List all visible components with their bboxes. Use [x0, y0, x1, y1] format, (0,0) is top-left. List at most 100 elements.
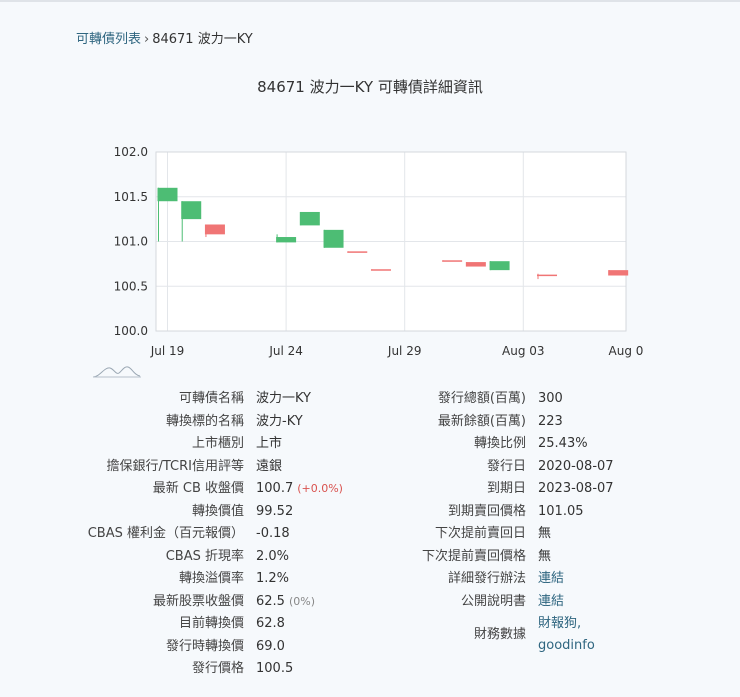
breadcrumb-list-link[interactable]: 可轉債列表 — [76, 32, 141, 47]
info-label: 上市櫃別 — [191, 436, 244, 451]
breadcrumb: 可轉債列表 › 84671 波力一KY — [76, 28, 253, 47]
info-label: 目前轉換價 — [178, 616, 244, 631]
info-label: 公開說明書 — [460, 593, 526, 609]
info-row: 轉換比例 25.43% — [396, 433, 676, 456]
info-label: 擔保銀行/TCRI信用評等 — [106, 458, 244, 474]
info-value: 223 — [526, 411, 676, 434]
info-row: 下次提前賣回價格無 — [396, 546, 676, 569]
y-tick-label: 100.5 — [114, 279, 148, 293]
info-row: 上市櫃別 上市 — [60, 433, 444, 456]
value-text: 波力一KY — [256, 391, 312, 406]
info-label: 到期日 — [486, 481, 526, 496]
y-tick-label: 102.0 — [114, 145, 148, 159]
candle-body — [608, 270, 629, 276]
info-value: 100.5 — [244, 658, 444, 681]
info-row: 最新 CB 收盤價 100.7 (+0.0%) — [60, 478, 444, 501]
chart-navigator-thumbnail[interactable] — [92, 362, 142, 380]
info-label: 發行時轉換價 — [165, 638, 244, 654]
value-text: 25.43% — [538, 436, 588, 451]
info-label: 到期賣回價格 — [447, 503, 526, 519]
candle-body — [347, 251, 368, 253]
candle-body — [370, 269, 391, 271]
info-row: 發行總額(百萬) 300 — [396, 388, 676, 411]
bond-info-left-table: 可轉債名稱 波力一KY 轉換標的名稱 波力-KY 上市櫃別 上市 擔保銀行/TCRI信用評等… — [60, 388, 444, 681]
candle-body — [181, 201, 202, 220]
candle-body — [465, 262, 486, 267]
value-text: 2023-08-07 — [538, 481, 614, 496]
value-text[interactable]: 連結 — [538, 571, 564, 586]
top-divider — [0, 0, 740, 2]
info-row: 擔保銀行/TCRI信用評等 遠銀 — [60, 456, 444, 479]
info-row: 最新股票收盤價 62.5 (0%) — [60, 591, 444, 614]
candle-body — [276, 237, 297, 243]
value-text: 101.05 — [538, 503, 584, 519]
info-value: 101.05 — [526, 501, 676, 524]
info-label: 轉換溢價率 — [178, 571, 244, 586]
value-text: 無 — [538, 526, 552, 541]
y-tick-label: 101.5 — [114, 190, 148, 204]
info-row: 詳細發行辦法 連結 — [396, 568, 676, 591]
info-label: 財務數據 — [473, 626, 526, 642]
bond-info-right-table: 發行總額(百萬) 300 最新餘額(百萬) 223 轉換比例 25.43% 發行日 2020-… — [396, 388, 676, 657]
info-row: 下次提前賣回日無 — [396, 523, 676, 546]
info-link[interactable]: 連結 — [526, 568, 676, 591]
value-text: 99.52 — [256, 503, 294, 519]
value-text: 62.8 — [256, 616, 285, 631]
info-row: 轉換溢價率 1.2% — [60, 568, 444, 591]
value-text[interactable]: 連結 — [538, 594, 564, 609]
info-row: 到期賣回價格 101.05 — [396, 501, 676, 524]
info-row: 轉換價值 99.52 — [60, 501, 444, 524]
value-text: 無 — [538, 548, 552, 564]
info-label: 轉換比例 — [473, 436, 526, 451]
value-change: (+0.0%) — [297, 482, 343, 495]
value-text: 62.5 — [256, 593, 285, 609]
info-label: 發行總額(百萬) — [437, 391, 526, 406]
x-tick-label: Aug 0 — [609, 344, 644, 358]
info-value: 無 — [526, 546, 676, 569]
info-label: 轉換價值 — [191, 503, 244, 519]
info-label: 詳細發行辦法 — [447, 571, 526, 586]
info-value: 無 — [526, 523, 676, 546]
candle-body — [537, 274, 558, 277]
info-row: 發行日 2020-08-07 — [396, 456, 676, 479]
page-title: 84671 波力一KY 可轉債詳細資訊 — [257, 78, 483, 96]
goodinfo-link[interactable]: goodinfo — [538, 638, 595, 653]
info-label: 最新 CB 收盤價 — [152, 481, 244, 496]
caibaogou-link[interactable]: 財報狗, — [538, 616, 581, 631]
x-tick-label: Jul 19 — [150, 344, 185, 358]
info-label: 最新股票收盤價 — [152, 593, 244, 609]
value-text: 2.0% — [256, 548, 290, 564]
info-link[interactable]: 連結 — [526, 591, 676, 614]
info-value: 2020-08-07 — [526, 456, 676, 479]
candlestick-chart: 100.0 100.5 101.0 101.5 102.0 Jul 19 Jul 24 Jul… — [114, 145, 644, 358]
info-row: CBAS 權利金（百元報價） -0.18 — [60, 523, 444, 546]
value-change: (0%) — [288, 594, 315, 608]
info-label: 發行日 — [486, 458, 526, 474]
info-label: CBAS 權利金（百元報價） — [87, 526, 244, 541]
info-label: CBAS 折現率 — [165, 548, 244, 564]
info-label: 可轉債名稱 — [178, 391, 244, 406]
value-text: 223 — [538, 413, 563, 429]
info-row-finance: 財務數據 財報狗, goodinfo — [396, 613, 676, 657]
x-tick-label: Aug 03 — [502, 344, 545, 358]
y-tick-label: 100.0 — [114, 324, 148, 338]
value-text: 100.5 — [256, 661, 294, 676]
info-label: 最新餘額(百萬) — [437, 413, 526, 429]
candle-body — [489, 261, 510, 271]
value-text: 300 — [538, 391, 563, 406]
info-row: 可轉債名稱 波力一KY — [60, 388, 444, 411]
candle-body — [299, 211, 320, 226]
info-label: 下次提前賣回價格 — [421, 548, 526, 564]
info-row: CBAS 折現率 2.0% — [60, 546, 444, 569]
value-text: 1.2% — [256, 571, 290, 586]
info-value: 財報狗, goodinfo — [526, 613, 676, 657]
info-label: 發行價格 — [191, 661, 244, 676]
value-text: 波力-KY — [256, 413, 303, 429]
candle-body — [204, 224, 225, 235]
info-label: 轉換標的名稱 — [165, 413, 244, 429]
x-tick-label: Jul 29 — [387, 344, 422, 358]
breadcrumb-current: 84671 波力一KY — [152, 32, 253, 47]
candle-body — [157, 187, 178, 202]
y-tick-label: 101.0 — [114, 235, 148, 249]
info-row: 最新餘額(百萬) 223 — [396, 411, 676, 434]
